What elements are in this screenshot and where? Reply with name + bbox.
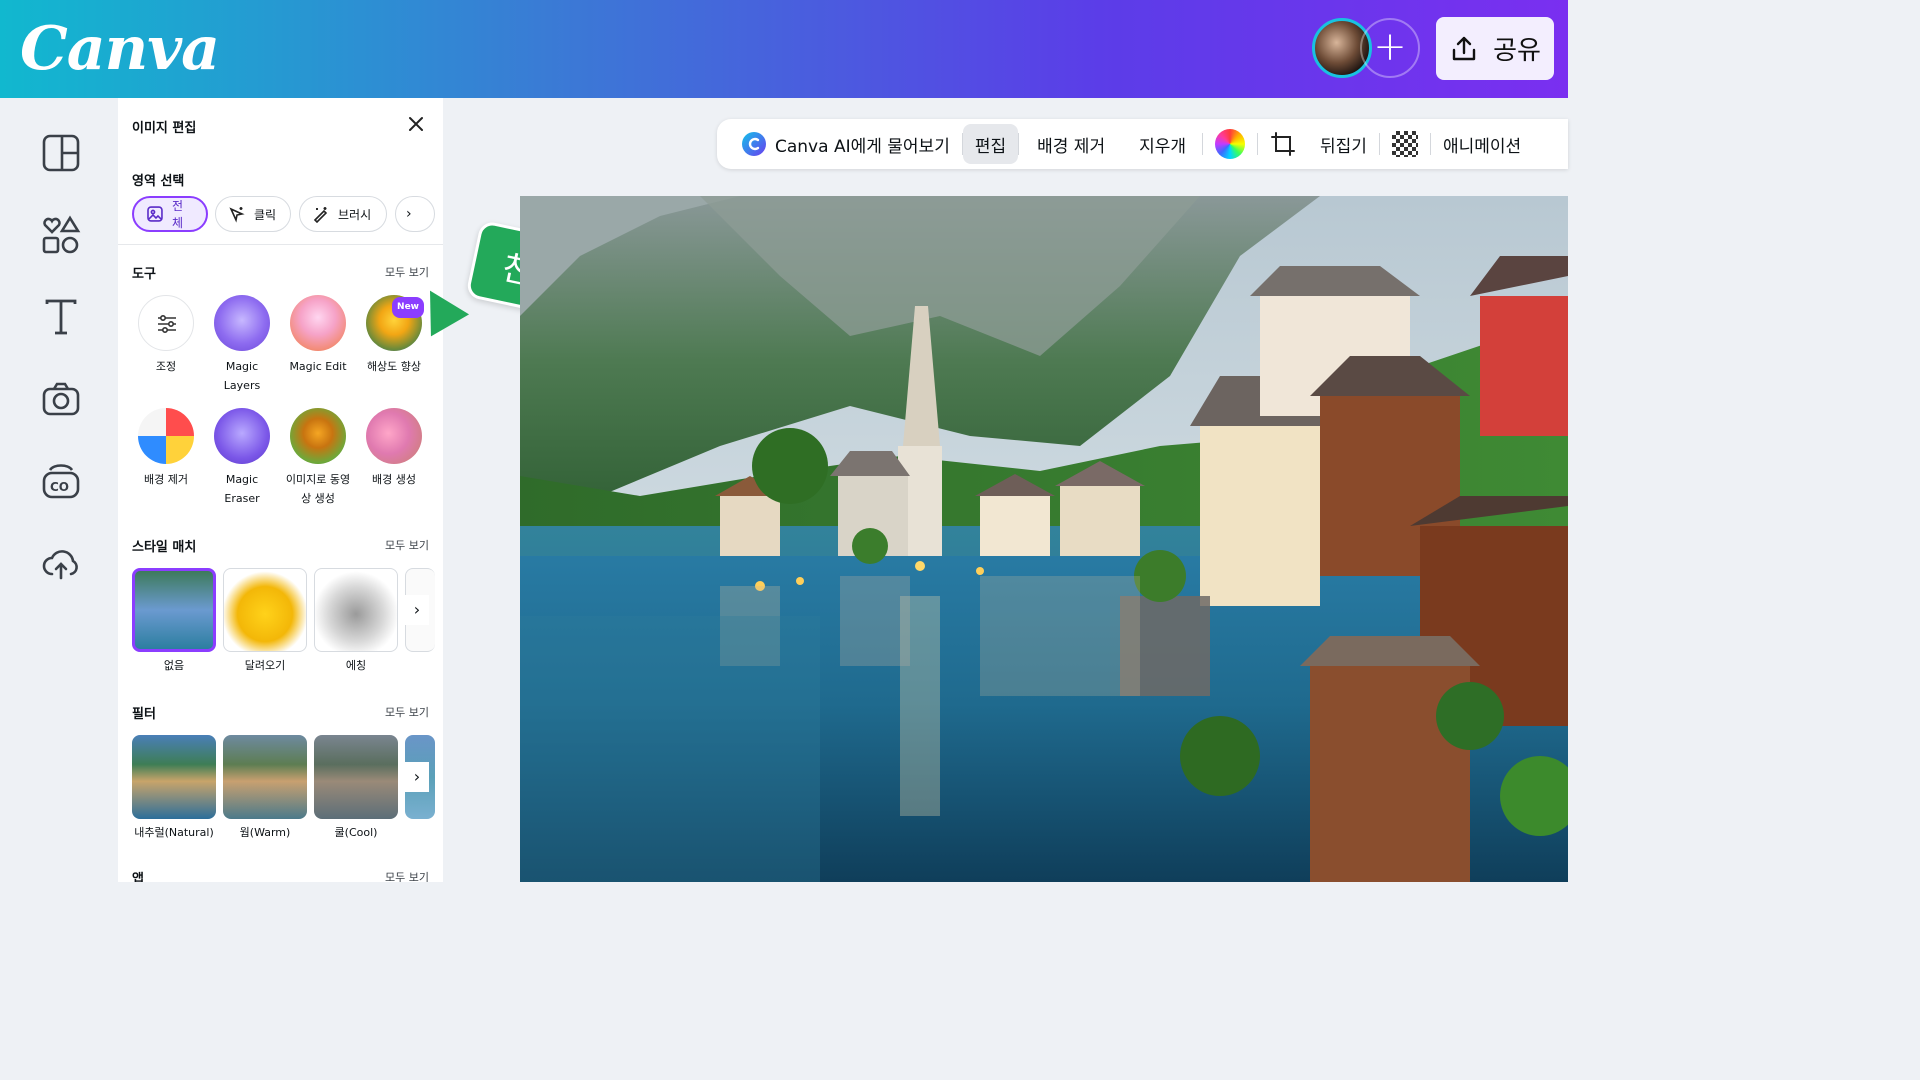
share-button[interactable]: 공유 <box>1436 17 1554 80</box>
tool-magic-eraser[interactable]: Magic Eraser <box>207 408 277 508</box>
camera-icon[interactable] <box>40 378 82 420</box>
style-none-card[interactable] <box>132 568 216 652</box>
tools-section-title: 도구 <box>132 267 156 282</box>
ask-canva-ai-button[interactable]: Canva AI에게 물어보기 <box>729 124 962 164</box>
chevron-right-icon: › <box>406 206 412 222</box>
select-brush-chip[interactable]: 브러시 <box>299 196 387 232</box>
filters-see-all-link[interactable]: 모두 보기 <box>385 704 429 720</box>
sliders-icon <box>138 295 194 351</box>
canva-apps-icon[interactable]: CO <box>40 460 82 502</box>
style-card-label: 달려오기 <box>244 659 286 672</box>
select-click-chip[interactable]: 클릭 <box>215 196 291 232</box>
color-picker-button[interactable] <box>1203 124 1257 164</box>
apps-see-all-link[interactable]: 모두 보기 <box>385 869 429 882</box>
style-card-label: 에칭 <box>345 659 367 672</box>
selection-section-title: 영역 선택 <box>132 174 185 189</box>
tool-image-to-video[interactable]: 이미지로 동영상 생성 <box>283 408 353 508</box>
filter-cool-card[interactable] <box>314 735 398 819</box>
lakeside-village-image <box>520 196 1568 882</box>
style-match-section-title: 스타일 매치 <box>132 540 197 555</box>
cloud-upload-icon[interactable] <box>40 542 82 584</box>
tool-bg-generator[interactable]: 배경 생성 <box>359 408 429 489</box>
add-collaborator-button[interactable]: + <box>1360 18 1420 78</box>
tool-magic-layers[interactable]: Magic Layers <box>207 295 277 395</box>
apps-section-title: 앱 <box>132 872 144 882</box>
style-card-label: 없음 <box>163 659 185 672</box>
text-icon[interactable] <box>40 296 82 338</box>
cupcake-icon <box>290 295 346 351</box>
tools-see-all-link[interactable]: 모두 보기 <box>385 264 429 280</box>
top-header: Canva + 공유 <box>0 0 1568 98</box>
eraser-button[interactable]: 지우개 <box>1123 124 1202 164</box>
selection-more-button[interactable]: › <box>395 196 435 232</box>
canva-ai-icon <box>742 132 766 156</box>
context-toolbar: Canva AI에게 물어보기 편집 배경 제거 지우개 뒤집기 애니메이션 <box>717 119 1568 169</box>
image-icon <box>147 206 163 222</box>
panel-title: 이미지 편집 <box>132 121 197 136</box>
canvas-photo[interactable] <box>520 196 1568 882</box>
magic-brush-icon <box>313 207 328 223</box>
chevron-right-icon[interactable]: › <box>405 762 429 792</box>
filters-section-title: 필터 <box>132 707 156 722</box>
chevron-right-icon[interactable]: › <box>405 595 429 625</box>
color-wheel-icon <box>1215 129 1246 159</box>
beach-ball-icon <box>138 408 194 464</box>
filter-natural-card[interactable] <box>132 735 216 819</box>
eraser-bird-icon <box>214 408 270 464</box>
select-all-chip[interactable]: 전체 <box>132 196 208 232</box>
share-label: 공유 <box>1493 36 1541 66</box>
filter-card-label: 내추럴(Natural) <box>134 826 214 839</box>
divider <box>118 244 443 245</box>
flip-button[interactable]: 뒤집기 <box>1308 124 1379 164</box>
image-edit-panel: 이미지 편집 영역 선택 전체 클릭 브러시 › 도구 모두 보기 조정 Mag… <box>118 98 443 882</box>
style-etching-card[interactable] <box>314 568 398 652</box>
transparency-icon <box>1391 131 1418 157</box>
animate-button[interactable]: 애니메이션 <box>1431 124 1533 164</box>
elements-icon[interactable] <box>40 214 82 256</box>
filter-warm-card[interactable] <box>223 735 307 819</box>
crop-icon <box>1271 132 1296 156</box>
tool-bg-remover[interactable]: 배경 제거 <box>131 408 201 489</box>
crop-button[interactable] <box>1258 124 1308 164</box>
tool-magic-edit[interactable]: Magic Edit <box>283 295 353 376</box>
filter-card-label: 쿨(Cool) <box>334 826 378 839</box>
bg-remover-button[interactable]: 배경 제거 <box>1019 124 1123 164</box>
left-icon-rail: CO <box>0 98 118 882</box>
butterfly-icon <box>290 408 346 464</box>
canva-logo[interactable]: Canva <box>20 14 220 84</box>
close-icon[interactable] <box>406 114 426 134</box>
layout-icon[interactable] <box>40 132 82 174</box>
share-upload-icon <box>1452 36 1476 60</box>
layers-icon <box>214 295 270 351</box>
filter-card-label: 웜(Warm) <box>239 826 291 839</box>
edit-button[interactable]: 편집 <box>962 124 1019 164</box>
svg-text:CO: CO <box>50 480 69 494</box>
transparency-button[interactable] <box>1380 124 1430 164</box>
style-match-see-all-link[interactable]: 모두 보기 <box>385 537 429 553</box>
cursor-sparkle-icon <box>229 207 245 223</box>
sunglasses-icon <box>366 408 422 464</box>
style-duck-card[interactable] <box>223 568 307 652</box>
tool-adjust[interactable]: 조정 <box>131 295 201 376</box>
